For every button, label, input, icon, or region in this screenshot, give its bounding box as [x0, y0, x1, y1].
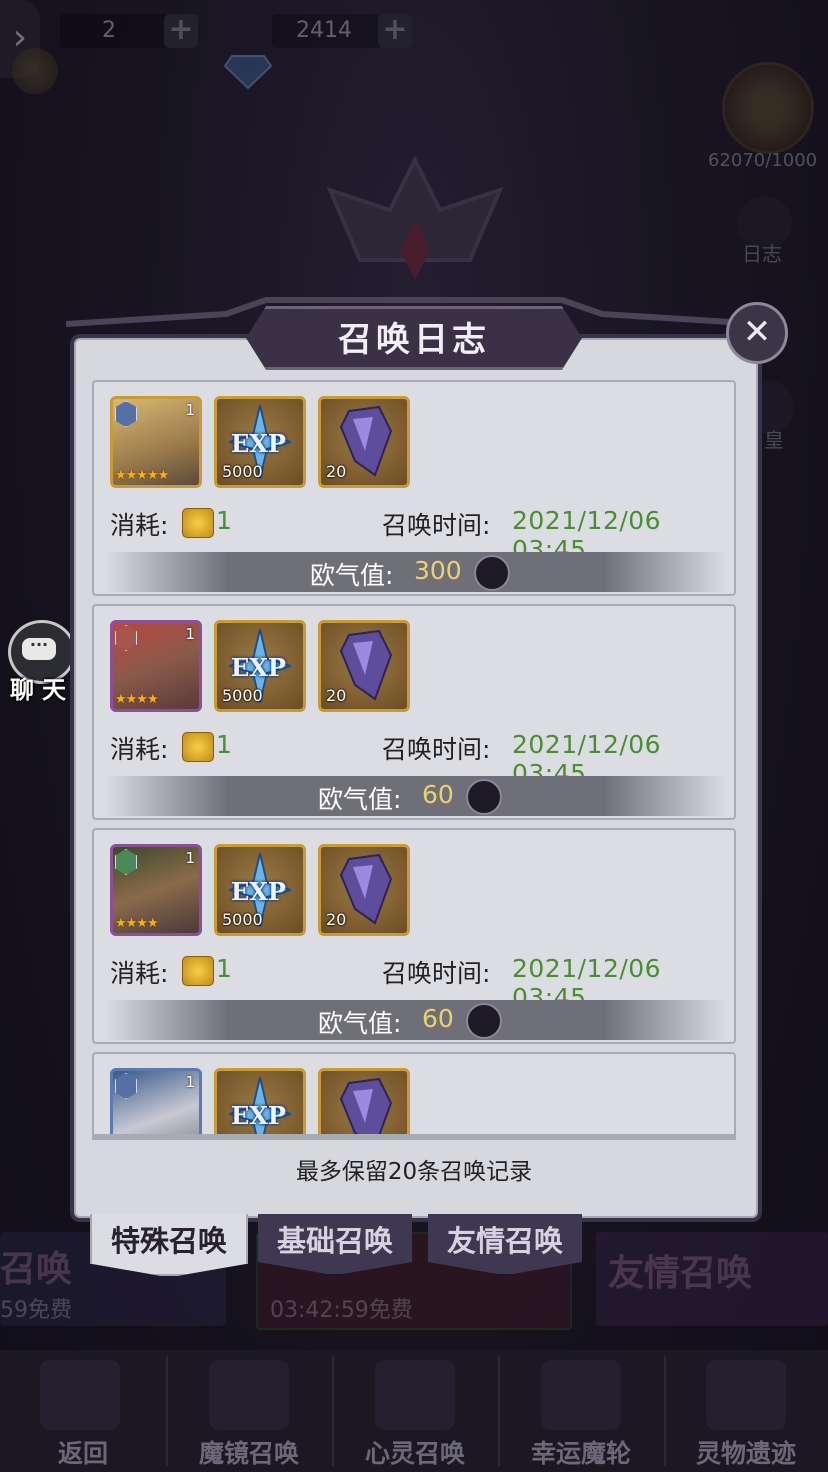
exp-item[interactable]: EXP 5000 — [214, 620, 306, 712]
crystal-quantity: 20 — [326, 462, 347, 481]
luck-bar: 欧气值: 60 — [104, 1000, 728, 1040]
cost-value: 1 — [216, 730, 232, 759]
hero-level: 1 — [185, 849, 195, 867]
nav-soul-summon[interactable]: 心灵召唤 — [332, 1350, 498, 1472]
chat-button[interactable]: ··· 聊天 — [4, 620, 76, 704]
close-button[interactable]: ✕ — [726, 302, 788, 364]
chat-label: 聊天 — [10, 676, 74, 704]
cost-label: 消耗: — [110, 511, 169, 540]
exp-quantity: 5000 — [222, 686, 263, 705]
exp-item[interactable]: EXP 5000 — [214, 1068, 306, 1136]
mirror-icon — [209, 1360, 289, 1430]
tab-friendship-summon[interactable]: 友情召唤 — [428, 1214, 582, 1274]
hero-portrait[interactable]: 1 — [110, 1068, 202, 1136]
cost-row: 消耗: 1 召唤时间: 2021/12/06 03:45 — [110, 730, 722, 788]
luck-value: 60 — [422, 1004, 454, 1033]
share-icon[interactable] — [466, 779, 502, 815]
record-list[interactable]: 1 ★★★★★ EXP 5000 20 消耗: 1 召唤时间: 2021/12/… — [92, 374, 736, 1136]
nav-mirror-summon[interactable]: 魔镜召唤 — [166, 1350, 332, 1472]
tab-label: 基础召唤 — [276, 1224, 393, 1258]
list-item: 1 ★★★★ EXP 5000 20 消耗: 1 召唤时间: 2021/12/0… — [92, 828, 736, 1044]
list-item: 1 ★★★★★ EXP 5000 20 消耗: 1 召唤时间: 2021/12/… — [92, 380, 736, 596]
faction-badge-icon — [115, 1073, 137, 1099]
exp-item[interactable]: EXP 5000 — [214, 396, 306, 488]
hero-portrait[interactable]: 1 ★★★★ — [110, 844, 202, 936]
summon-ticket-icon — [182, 956, 214, 986]
back-icon — [40, 1360, 120, 1430]
hero-stars: ★★★★★ — [115, 468, 169, 483]
cost-label: 消耗: — [110, 735, 169, 764]
exp-label: EXP — [231, 653, 286, 682]
exp-label: EXP — [231, 429, 286, 458]
chat-dots-icon: ··· — [22, 637, 56, 660]
nav-relic-ruins[interactable]: 灵物遗迹 — [664, 1350, 828, 1472]
list-bottom-edge — [92, 1134, 736, 1140]
hero-stars: ★★★★ — [115, 692, 159, 707]
nav-label: 返回 — [57, 1439, 108, 1468]
time-label: 召唤时间: — [382, 959, 491, 988]
tab-label: 友情召唤 — [446, 1224, 563, 1258]
crystal-quantity: 20 — [326, 910, 347, 929]
crystal-item[interactable]: 20 — [318, 620, 410, 712]
luck-label: 欧气值: — [318, 1009, 402, 1038]
share-icon[interactable] — [474, 555, 510, 591]
hero-level: 1 — [185, 401, 195, 419]
hero-portrait[interactable]: 1 ★★★★★ — [110, 396, 202, 488]
wheel-icon — [541, 1360, 621, 1430]
exp-label: EXP — [231, 1101, 286, 1130]
list-item: 1 EXP 5000 20 — [92, 1052, 736, 1136]
footer-note: 最多保留20条召唤记录 — [295, 1159, 533, 1185]
tab-label: 特殊召唤 — [110, 1224, 227, 1258]
exp-item[interactable]: EXP 5000 — [214, 844, 306, 936]
luck-value: 300 — [414, 556, 462, 585]
time-label: 召唤时间: — [382, 735, 491, 764]
nav-label: 灵物遗迹 — [695, 1439, 796, 1468]
time-label: 召唤时间: — [382, 511, 491, 540]
cost-row: 消耗: 1 召唤时间: 2021/12/06 03:45 — [110, 506, 722, 564]
share-icon[interactable] — [466, 1003, 502, 1039]
cost-label: 消耗: — [110, 959, 169, 988]
nav-label: 幸运魔轮 — [530, 1439, 631, 1468]
tab-basic-summon[interactable]: 基础召唤 — [258, 1214, 412, 1274]
crystal-item[interactable]: 20 — [318, 396, 410, 488]
nav-label: 魔镜召唤 — [198, 1439, 299, 1468]
hero-level: 1 — [185, 625, 195, 643]
exp-label: EXP — [231, 877, 286, 906]
nav-lucky-wheel[interactable]: 幸运魔轮 — [498, 1350, 664, 1472]
summon-ticket-icon — [182, 508, 214, 538]
faction-badge-icon — [115, 625, 137, 651]
soul-crystal-icon — [375, 1360, 455, 1430]
cost-value: 1 — [216, 954, 232, 983]
summon-ticket-icon — [182, 732, 214, 762]
cost-value: 1 — [216, 506, 232, 535]
relic-icon — [706, 1360, 786, 1430]
dialog-title: 召唤日志 — [338, 320, 490, 360]
list-item: 1 ★★★★ EXP 5000 20 消耗: 1 召唤时间: 2021/12/0… — [92, 604, 736, 820]
luck-value: 60 — [422, 780, 454, 809]
hero-stars: ★★★★ — [115, 916, 159, 931]
crystal-item[interactable]: 20 — [318, 1068, 410, 1136]
hero-portrait[interactable]: 1 ★★★★ — [110, 620, 202, 712]
luck-label: 欧气值: — [318, 785, 402, 814]
exp-quantity: 5000 — [222, 910, 263, 929]
exp-quantity: 5000 — [222, 462, 263, 481]
hero-level: 1 — [185, 1073, 195, 1091]
luck-bar: 欧气值: 60 — [104, 776, 728, 816]
luck-bar: 欧气值: 300 — [104, 552, 728, 592]
luck-label: 欧气值: — [310, 561, 394, 590]
cost-row: 消耗: 1 召唤时间: 2021/12/06 03:45 — [110, 954, 722, 1012]
nav-label: 心灵召唤 — [364, 1439, 465, 1468]
close-icon: ✕ — [742, 312, 772, 352]
crystal-quantity: 20 — [326, 686, 347, 705]
crystal-item[interactable]: 20 — [318, 844, 410, 936]
faction-badge-icon — [115, 849, 137, 875]
tab-special-summon[interactable]: 特殊召唤 — [90, 1214, 248, 1276]
nav-back[interactable]: 返回 — [0, 1350, 166, 1472]
faction-badge-icon — [115, 401, 137, 427]
purple-crystal-icon — [339, 1077, 393, 1136]
